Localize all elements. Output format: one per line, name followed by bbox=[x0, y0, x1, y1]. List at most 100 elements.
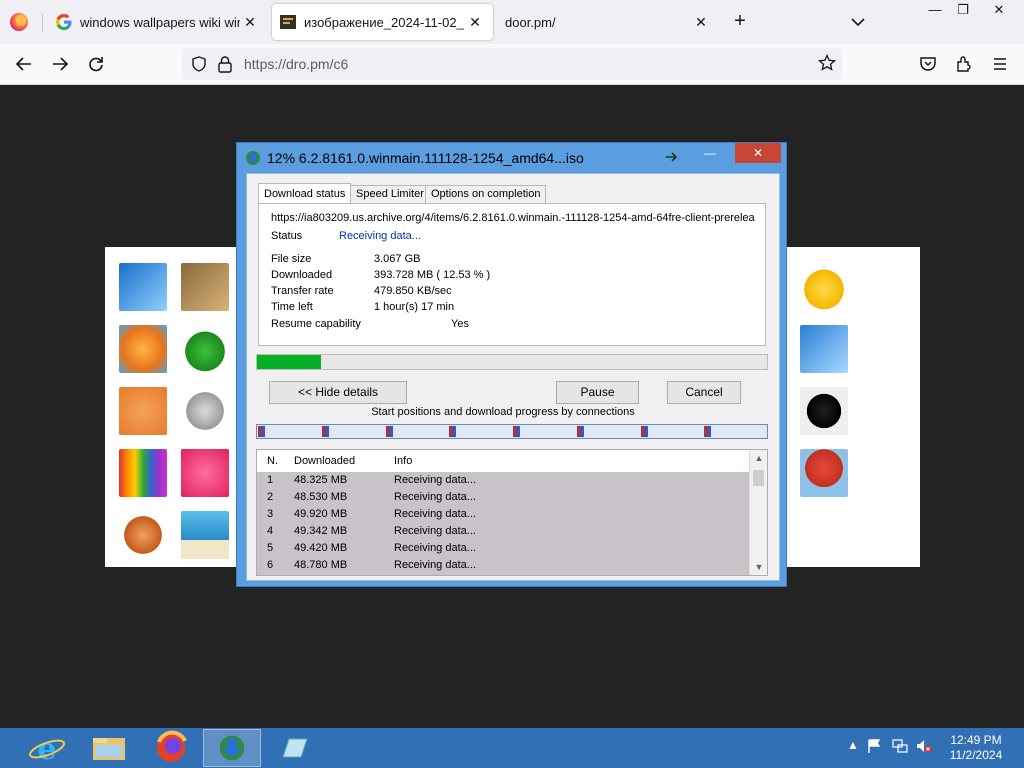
list-row[interactable]: 3 49.920 MB Receiving data... bbox=[257, 506, 749, 523]
connection-marker bbox=[577, 426, 584, 437]
airplane-thumbnail[interactable] bbox=[119, 263, 167, 311]
chevron-down-icon[interactable] bbox=[848, 12, 868, 32]
back-arrow-icon[interactable] bbox=[14, 54, 34, 74]
windows-taskbar: e ▲ 12:49 PM 11/2/2024 bbox=[0, 728, 1024, 768]
address-bar[interactable]: https://dro.pm/c6 bbox=[182, 48, 842, 80]
tab-door-pm[interactable]: door.pm/ ✕ bbox=[497, 4, 719, 40]
pocket-icon[interactable] bbox=[918, 54, 938, 74]
new-tab-button[interactable]: + bbox=[730, 11, 750, 32]
dialog-body: Download status Speed Limiter Options on… bbox=[246, 173, 780, 581]
list-row[interactable]: 6 48.780 MB Receiving data... bbox=[257, 557, 749, 574]
minimize-button[interactable]: — bbox=[920, 0, 950, 22]
minimize-to-tray-icon[interactable] bbox=[665, 151, 679, 163]
download-info-panel: https://ia803209.us.archive.org/4/items/… bbox=[258, 203, 766, 346]
starfish-thumbnail[interactable] bbox=[119, 387, 167, 435]
tab-speed-limiter[interactable]: Speed Limiter bbox=[350, 185, 430, 203]
robot-dog-thumbnail[interactable] bbox=[181, 387, 229, 435]
dialog-title-bar[interactable]: 12% 6.2.8161.0.winmain.111128-1254_amd64… bbox=[237, 143, 786, 171]
download-url: https://ia803209.us.archive.org/4/items/… bbox=[271, 212, 755, 224]
connection-marker bbox=[513, 426, 520, 437]
hamburger-menu-icon[interactable] bbox=[990, 54, 1010, 74]
reload-icon[interactable] bbox=[86, 54, 106, 74]
list-row[interactable]: 5 49.420 MB Receiving data... bbox=[257, 540, 749, 557]
system-clock[interactable]: 12:49 PM 11/2/2024 bbox=[936, 733, 1016, 763]
notepad-icon[interactable] bbox=[265, 729, 323, 767]
robot-thumbnail[interactable] bbox=[181, 263, 229, 311]
forward-arrow-icon[interactable] bbox=[50, 54, 70, 74]
transfer-rate-value: 479.850 KB/sec bbox=[374, 285, 452, 297]
rubber-duck-thumbnail[interactable] bbox=[800, 263, 848, 311]
flower-thumbnail[interactable] bbox=[181, 449, 229, 497]
show-hidden-icons-icon[interactable]: ▲ bbox=[845, 738, 861, 754]
firefox-menu-icon[interactable] bbox=[10, 13, 28, 31]
connection-marker bbox=[386, 426, 393, 437]
connections-caption: Start positions and download progress by… bbox=[371, 406, 635, 418]
idm-taskbar-icon[interactable] bbox=[203, 729, 261, 767]
row-info: Receiving data... bbox=[394, 491, 476, 503]
restore-button[interactable]: ❐ bbox=[948, 0, 978, 22]
volume-muted-icon[interactable] bbox=[916, 738, 932, 754]
hide-details-button[interactable]: << Hide details bbox=[269, 381, 407, 404]
pause-button[interactable]: Pause bbox=[556, 381, 639, 404]
lock-icon[interactable] bbox=[217, 55, 233, 73]
tab-options-on-completion[interactable]: Options on completion bbox=[425, 185, 547, 203]
download-progress-dialog: 12% 6.2.8161.0.winmain.111128-1254_amd64… bbox=[236, 142, 787, 587]
list-row[interactable]: 4 49.342 MB Receiving data... bbox=[257, 523, 749, 540]
row-info: Receiving data... bbox=[394, 508, 476, 520]
scroll-down-icon[interactable]: ▼ bbox=[750, 559, 767, 575]
list-scrollbar[interactable]: ▲ ▼ bbox=[749, 450, 767, 575]
close-tab-icon[interactable]: ✕ bbox=[242, 14, 258, 30]
connection-marker bbox=[641, 426, 648, 437]
connections-list[interactable]: N. Downloaded Info 1 48.325 MB Receiving… bbox=[256, 449, 768, 576]
sailboat-thumbnail[interactable] bbox=[181, 511, 229, 559]
list-row[interactable]: 1 48.325 MB Receiving data... bbox=[257, 472, 749, 489]
frog-thumbnail[interactable] bbox=[181, 325, 229, 373]
close-tab-icon[interactable]: ✕ bbox=[467, 14, 483, 30]
daruma-thumbnail[interactable] bbox=[119, 511, 167, 559]
rollercoaster-thumbnail[interactable] bbox=[800, 325, 848, 373]
column-header-number[interactable]: N. bbox=[267, 450, 278, 472]
bookmark-star-icon[interactable] bbox=[818, 54, 836, 72]
url-text: https://dro.pm/c6 bbox=[244, 56, 349, 72]
dog-thumbnail[interactable] bbox=[800, 387, 848, 435]
internet-explorer-icon[interactable]: e bbox=[18, 729, 76, 767]
row-downloaded: 49.342 MB bbox=[294, 525, 348, 537]
shield-icon[interactable] bbox=[190, 55, 208, 73]
crayons-thumbnail[interactable] bbox=[119, 449, 167, 497]
dialog-close-button[interactable]: ✕ bbox=[735, 143, 781, 163]
row-downloaded: 49.920 MB bbox=[294, 508, 348, 520]
dialog-title: 12% 6.2.8161.0.winmain.111128-1254_amd64… bbox=[267, 150, 584, 166]
time-left-label: Time left bbox=[271, 301, 313, 313]
list-row[interactable]: 2 48.530 MB Receiving data... bbox=[257, 489, 749, 506]
row-number: 5 bbox=[267, 542, 274, 554]
goldfish-thumbnail[interactable] bbox=[119, 325, 167, 373]
scroll-up-icon[interactable]: ▲ bbox=[750, 450, 767, 466]
connection-marker bbox=[704, 426, 711, 437]
action-center-flag-icon[interactable] bbox=[866, 738, 882, 754]
column-header-info[interactable]: Info bbox=[394, 450, 412, 472]
extensions-icon[interactable] bbox=[954, 54, 974, 74]
network-icon[interactable] bbox=[892, 738, 908, 754]
downloaded-value: 393.728 MB ( 12.53 % ) bbox=[374, 269, 491, 281]
row-info: Receiving data... bbox=[394, 525, 476, 537]
scrollbar-thumb[interactable] bbox=[753, 470, 764, 486]
progress-fill bbox=[257, 355, 321, 369]
tab-image-active[interactable]: изображение_2024-11-02_1839 ✕ bbox=[272, 4, 493, 40]
close-window-button[interactable]: ✕ bbox=[984, 0, 1014, 22]
tab-download-status[interactable]: Download status bbox=[258, 183, 352, 204]
connection-marker bbox=[322, 426, 329, 437]
navigation-bar: https://dro.pm/c6 bbox=[0, 44, 1024, 85]
status-label: Status bbox=[271, 230, 303, 242]
close-tab-icon[interactable]: ✕ bbox=[693, 14, 709, 30]
row-downloaded: 48.530 MB bbox=[294, 491, 348, 503]
tab-windows-wallpapers[interactable]: windows wallpapers wiki windows ✕ bbox=[48, 4, 268, 40]
list-header: N. Downloaded Info bbox=[257, 450, 749, 472]
dialog-minimize-button[interactable]: — bbox=[695, 143, 725, 163]
file-explorer-icon[interactable] bbox=[80, 729, 138, 767]
column-header-downloaded[interactable]: Downloaded bbox=[294, 450, 355, 472]
file-size-value: 3.067 GB bbox=[374, 253, 421, 265]
firefox-icon[interactable] bbox=[142, 729, 200, 767]
hot-air-balloon-thumbnail[interactable] bbox=[800, 449, 848, 497]
cancel-button[interactable]: Cancel bbox=[667, 381, 741, 404]
file-size-label: File size bbox=[271, 253, 312, 265]
